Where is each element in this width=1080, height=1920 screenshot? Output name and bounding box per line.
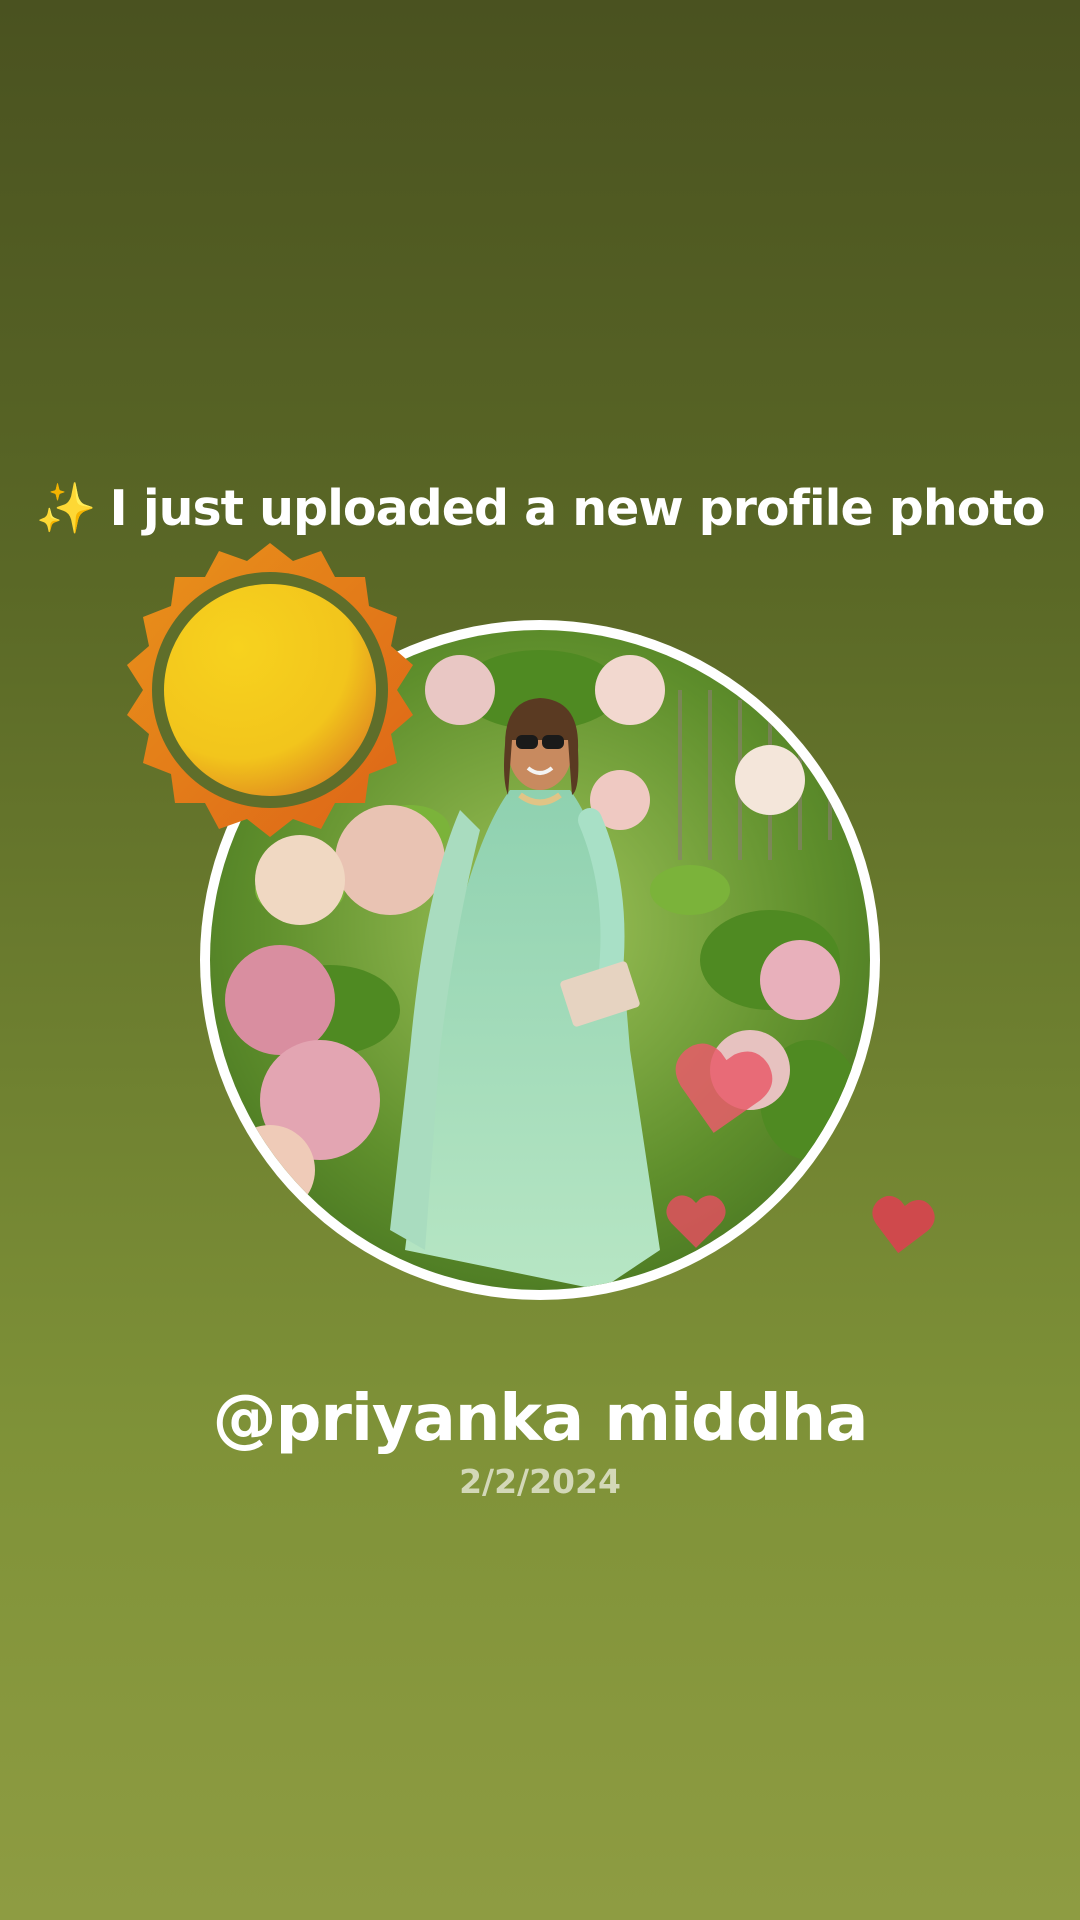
username[interactable]: @priyanka middha: [0, 1382, 1080, 1456]
heart-icon: [665, 1035, 777, 1147]
sparkles-icon: ✨: [35, 480, 97, 537]
sun-icon: [115, 535, 425, 845]
headline-text: I just uploaded a new profile photo: [109, 480, 1046, 537]
heart-icon: [662, 1188, 730, 1256]
headline: ✨ I just uploaded a new profile photo: [0, 480, 1080, 537]
post-date: 2/2/2024: [459, 1462, 621, 1501]
heart-icon: [866, 1190, 938, 1262]
